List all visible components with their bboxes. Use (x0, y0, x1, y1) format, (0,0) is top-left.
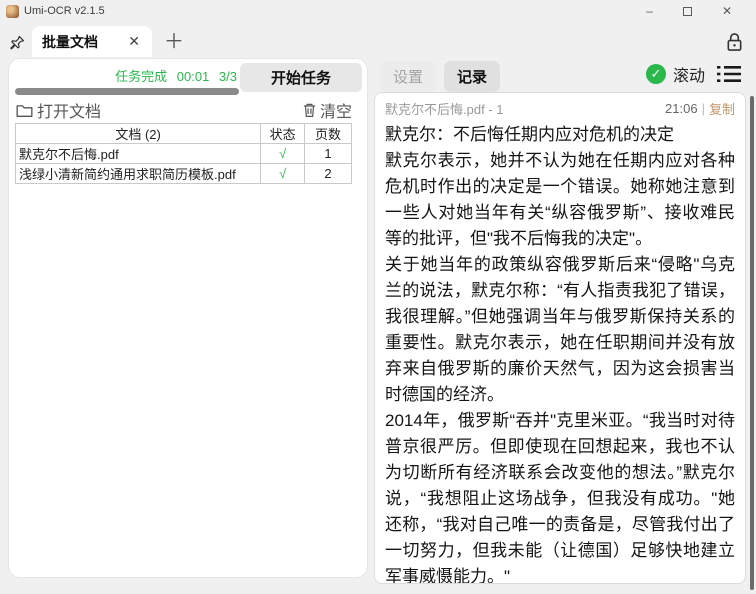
column-header-pages[interactable]: 页数 (304, 123, 352, 144)
ocr-paragraph: 默克尔表示，她并不认为她在任期内应对各种危机时作出的决定是一个错误。她称她注意到… (385, 151, 735, 248)
separator: | (701, 101, 705, 116)
list-menu-icon[interactable] (716, 63, 742, 85)
right-panel-tabs: 设置 记录 (380, 61, 501, 92)
start-task-button[interactable]: 开始任务 (240, 63, 362, 92)
document-status-cell: √ (260, 163, 306, 184)
open-documents-button[interactable]: 打开文档 (37, 98, 101, 122)
pushpin-icon (9, 34, 26, 51)
record-timestamp: 21:06 (665, 101, 698, 116)
clear-label: 清空 (319, 104, 352, 121)
task-progress-bar (15, 88, 239, 95)
column-header-document[interactable]: 文档 (2) (14, 123, 262, 144)
tab-records[interactable]: 记录 (444, 61, 501, 92)
vertical-scrollbar-thumb[interactable] (750, 96, 754, 590)
scroll-toggle-label[interactable]: 滚动 (673, 62, 705, 86)
column-header-status[interactable]: 状态 (260, 123, 306, 144)
ocr-paragraph: 2014年，俄罗斯“吞并"克里米亚。“我当时对待普京很严厉。但即使现在回想起来，… (385, 411, 735, 584)
task-status-text: 任务完成 00:01 3/3 (9, 66, 237, 85)
tab-batch-documents[interactable]: 批量文档 ✕ (32, 26, 152, 57)
record-doc-title: 默克尔不后悔.pdf - 1 (385, 102, 504, 117)
title-bar: Umi-OCR v2.1.5 – ✕ (0, 0, 756, 22)
document-name-cell[interactable]: 浅绿小清新简约通用求职简历模板.pdf (14, 163, 262, 184)
lock-icon (725, 32, 744, 53)
app-logo-icon (6, 4, 19, 18)
document-status-cell: √ (260, 143, 306, 164)
document-name-cell[interactable]: 默克尔不后悔.pdf (14, 143, 262, 164)
copy-button[interactable]: 复制 (709, 99, 735, 118)
document-table: 文档 (2) 状态 页数 默克尔不后悔.pdf √ 1 浅绿小清新简约通用求职简… (14, 123, 352, 184)
record-header: 默克尔不后悔.pdf - 1 21:06 | 复制 (375, 93, 745, 120)
ocr-paragraph: 关于她当年的政策纵容俄罗斯后来“侵略"乌克兰的说法，默克尔称：“有人指责我犯了错… (385, 255, 735, 404)
new-tab-button[interactable]: ＋ (164, 25, 184, 54)
document-pages-cell: 2 (304, 163, 352, 184)
batch-task-panel: 任务完成 00:01 3/3 开始任务 打开文档 清空 文档 (2) 状态 页数… (8, 58, 368, 578)
tab-close-icon[interactable]: ✕ (126, 33, 142, 50)
lock-tabbar-button[interactable] (725, 32, 744, 53)
ocr-result-panel[interactable]: 默克尔不后悔.pdf - 1 21:06 | 复制 默克尔：不后悔任期内应对危机… (374, 92, 746, 584)
minimize-icon[interactable]: – (646, 5, 653, 17)
window-title: Umi-OCR v2.1.5 (24, 5, 105, 17)
document-pages-cell: 1 (304, 143, 352, 164)
tab-label: 批量文档 (42, 33, 98, 50)
folder-open-icon (16, 103, 33, 118)
pin-tab-button[interactable] (4, 27, 30, 57)
trash-icon (302, 102, 317, 118)
close-icon[interactable]: ✕ (722, 5, 732, 17)
table-header-row: 文档 (2) 状态 页数 (14, 123, 352, 144)
table-row[interactable]: 默克尔不后悔.pdf √ 1 (14, 143, 352, 164)
ocr-paragraph: 默克尔：不后悔任期内应对危机的决定 (385, 125, 674, 144)
app-window: Umi-OCR v2.1.5 – ✕ 批量文档 ✕ ＋ 任务完成 00:01 3… (0, 0, 756, 594)
tab-settings[interactable]: 设置 (380, 61, 437, 92)
tab-bar: 批量文档 ✕ ＋ (0, 22, 756, 57)
task-status-label: 任务完成 (115, 69, 168, 84)
maximize-icon[interactable] (682, 6, 692, 16)
task-elapsed-time: 00:01 (176, 69, 210, 84)
scroll-checkbox[interactable]: ✓ (645, 64, 666, 84)
clear-list-button[interactable]: 清空 (302, 98, 352, 122)
table-row[interactable]: 浅绿小清新简约通用求职简历模板.pdf √ 2 (14, 163, 352, 184)
task-progress-count: 3/3 (218, 69, 237, 84)
ocr-text-content[interactable]: 默克尔：不后悔任期内应对危机的决定 默克尔表示，她并不认为她在任期内应对各种危机… (375, 120, 745, 584)
